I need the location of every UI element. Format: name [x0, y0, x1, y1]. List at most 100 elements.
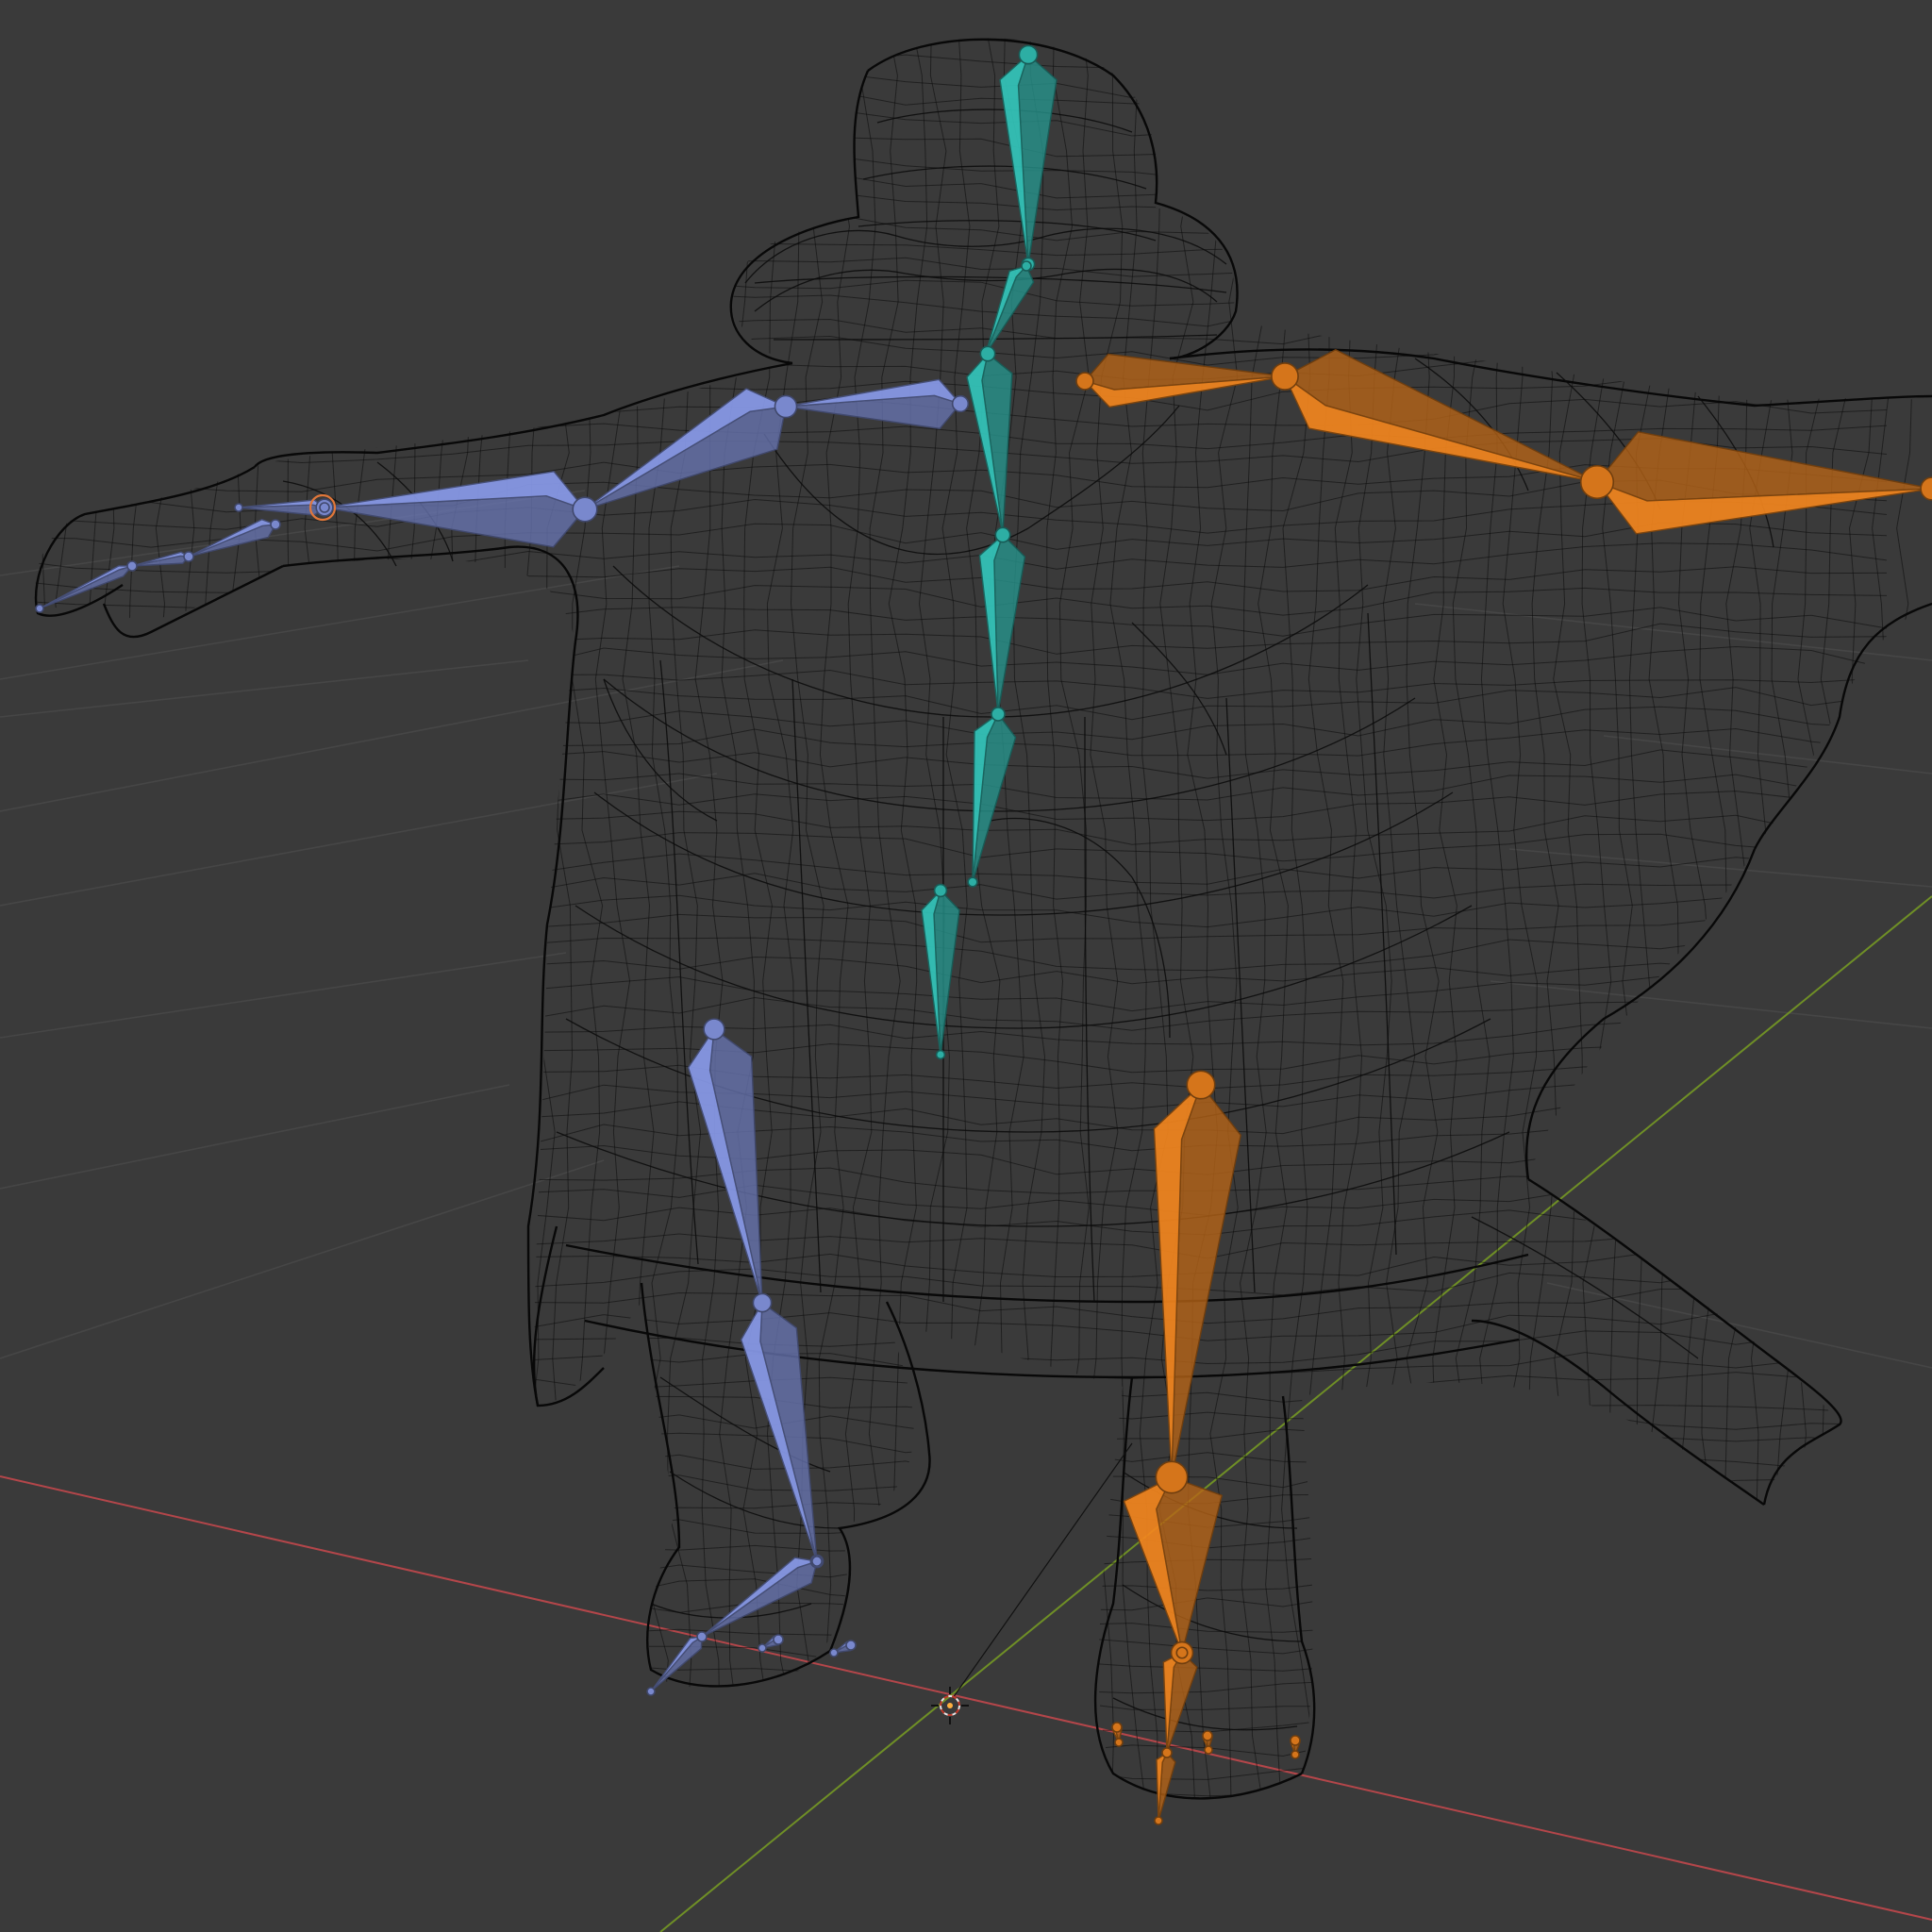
bone-forearm-l-head-joint[interactable]	[572, 496, 598, 523]
bone-forearm-r-tail-joint[interactable]	[1920, 476, 1932, 501]
bone-foot-l-head-joint[interactable]	[811, 1556, 823, 1567]
bone-toe-tip-r2-head-joint[interactable]	[1290, 1735, 1301, 1746]
mesh-edge	[35, 1454, 1888, 1489]
mesh-edge	[694, 38, 728, 1799]
bone-heel-r-head-joint[interactable]	[1111, 1722, 1123, 1733]
bone-forearm-l[interactable]	[324, 471, 586, 548]
bone-spine-001-head-joint[interactable]	[991, 707, 1006, 722]
mesh-edge	[1058, 38, 1095, 1799]
bone-upper-arm-l-head-joint[interactable]	[774, 394, 798, 419]
bone-forearm-r-head-joint[interactable]	[1579, 464, 1615, 500]
bone-hand-l-tail-joint[interactable]	[234, 503, 243, 512]
bone-shin-l-head-joint[interactable]	[752, 1292, 773, 1313]
bone-toe-tip-r2-tail-joint[interactable]	[1291, 1750, 1300, 1759]
bone-upper-arm-r-head-joint[interactable]	[1271, 362, 1299, 391]
bone-foot-l[interactable]	[701, 1557, 818, 1638]
mesh-edge	[35, 1474, 1888, 1509]
bone-toe-tip-r-tail-joint[interactable]	[1204, 1745, 1213, 1755]
bone-toe-r-tail-joint[interactable]	[1154, 1816, 1163, 1825]
bone-spine-001-tail-joint[interactable]	[967, 876, 978, 888]
bone-shoulder-l[interactable]	[785, 378, 961, 430]
character-mesh-wireframe[interactable]	[0, 0, 1932, 1887]
bone-shoulder-l-head-joint[interactable]	[951, 394, 970, 413]
mesh-edge	[1046, 38, 1074, 1799]
mesh-edge	[35, 255, 1888, 280]
bone-finger-l-2[interactable]	[131, 551, 190, 567]
mesh-edge	[35, 1412, 1888, 1445]
bone-spine-002-head-joint[interactable]	[994, 526, 1011, 543]
bone-toe-l-head-joint[interactable]	[696, 1631, 708, 1642]
mesh-edge	[35, 1432, 1888, 1464]
bone-thigh-l-head-joint[interactable]	[703, 1018, 725, 1041]
bone-finger-l-2-head-joint[interactable]	[183, 551, 194, 562]
mesh-edge	[35, 1519, 1888, 1549]
mesh-edge	[1628, 38, 1658, 1799]
mesh-edge	[153, 38, 189, 1799]
bone-pelvis-head-joint[interactable]	[933, 883, 948, 898]
bone-toe-tip-l-tail-joint[interactable]	[829, 1648, 839, 1657]
bone-toe-r-head-joint[interactable]	[1161, 1747, 1173, 1758]
bone-thigh-r-head-joint[interactable]	[1186, 1070, 1216, 1100]
mesh-edge	[375, 38, 413, 1799]
mesh-edge	[1356, 38, 1392, 1799]
bone-neck[interactable]	[985, 265, 1035, 355]
bone-head-head-joint[interactable]	[1018, 44, 1039, 65]
bone-shoulder-r-head-joint[interactable]	[1075, 372, 1094, 391]
3d-cursor-icon[interactable]	[931, 1687, 969, 1724]
bone-shin-r-head-joint[interactable]	[1155, 1460, 1189, 1494]
bone-thigh-l[interactable]	[687, 1028, 763, 1304]
mesh-edge	[1406, 38, 1440, 1799]
bone-hand-l-head-joint[interactable]	[319, 502, 330, 513]
mesh-edge	[1771, 38, 1808, 1799]
mesh-edge	[450, 38, 486, 1799]
mesh-edge	[35, 1502, 1888, 1528]
mesh-edge	[304, 38, 338, 1799]
mesh-edge	[1648, 38, 1687, 1799]
mesh-edge	[35, 1786, 1888, 1799]
mesh-edge	[225, 38, 262, 1799]
bone-finger-l-1-head-joint[interactable]	[270, 519, 281, 530]
mesh-edge	[423, 38, 458, 1799]
mesh-edge	[1305, 38, 1344, 1799]
bone-finger-l-3-head-joint[interactable]	[126, 560, 138, 572]
mesh-edge	[1749, 38, 1786, 1799]
bone-toe-tip-l-head-joint[interactable]	[845, 1640, 857, 1651]
armature[interactable]	[35, 44, 1932, 1825]
mesh-edge	[1452, 38, 1491, 1799]
bone-shin-l[interactable]	[740, 1302, 818, 1562]
bone-pelvis[interactable]	[921, 890, 960, 1056]
mesh-edge	[35, 233, 1888, 264]
mesh-edge	[35, 1663, 1888, 1696]
bone-neck-head-joint[interactable]	[1021, 260, 1032, 272]
bone-heel-l-tail-joint[interactable]	[758, 1643, 767, 1653]
bone-toe-l[interactable]	[650, 1636, 703, 1692]
bone-heel-r-tail-joint[interactable]	[1114, 1738, 1124, 1747]
mesh-edge	[127, 38, 165, 1799]
bone-foot-r-head-joint[interactable]	[1175, 1646, 1189, 1659]
mesh-edge	[35, 645, 1888, 675]
bone-head[interactable]	[999, 54, 1058, 265]
bone-pelvis-tail-joint[interactable]	[935, 1049, 946, 1060]
bone-heel-l-head-joint[interactable]	[773, 1634, 784, 1645]
mesh-edge	[1724, 38, 1756, 1799]
mesh-edge	[35, 38, 1888, 57]
bone-spine-003[interactable]	[966, 353, 1013, 534]
3d-viewport[interactable]	[0, 0, 1932, 1932]
bone-finger-l-1[interactable]	[188, 519, 276, 558]
mesh-edge	[644, 38, 682, 1799]
mesh-edge	[667, 38, 703, 1799]
bone-spine-002[interactable]	[978, 534, 1026, 713]
bone-toe-l-tail-joint[interactable]	[646, 1687, 656, 1696]
mesh-edge	[1581, 38, 1614, 1799]
bone-spine-003-head-joint[interactable]	[979, 345, 996, 362]
bone-toe-r[interactable]	[1156, 1752, 1176, 1822]
mesh-edge	[400, 38, 436, 1799]
bone-spine-001[interactable]	[972, 713, 1017, 883]
mesh-edge	[55, 38, 93, 1799]
mesh-edge	[35, 1395, 1888, 1424]
bone-toe-tip-r-head-joint[interactable]	[1202, 1730, 1213, 1741]
bone-finger-l-3-tail-joint[interactable]	[35, 604, 44, 613]
mesh-edge	[1675, 38, 1712, 1799]
bone-thigh-r[interactable]	[1153, 1084, 1241, 1478]
mesh-edge	[254, 38, 290, 1799]
